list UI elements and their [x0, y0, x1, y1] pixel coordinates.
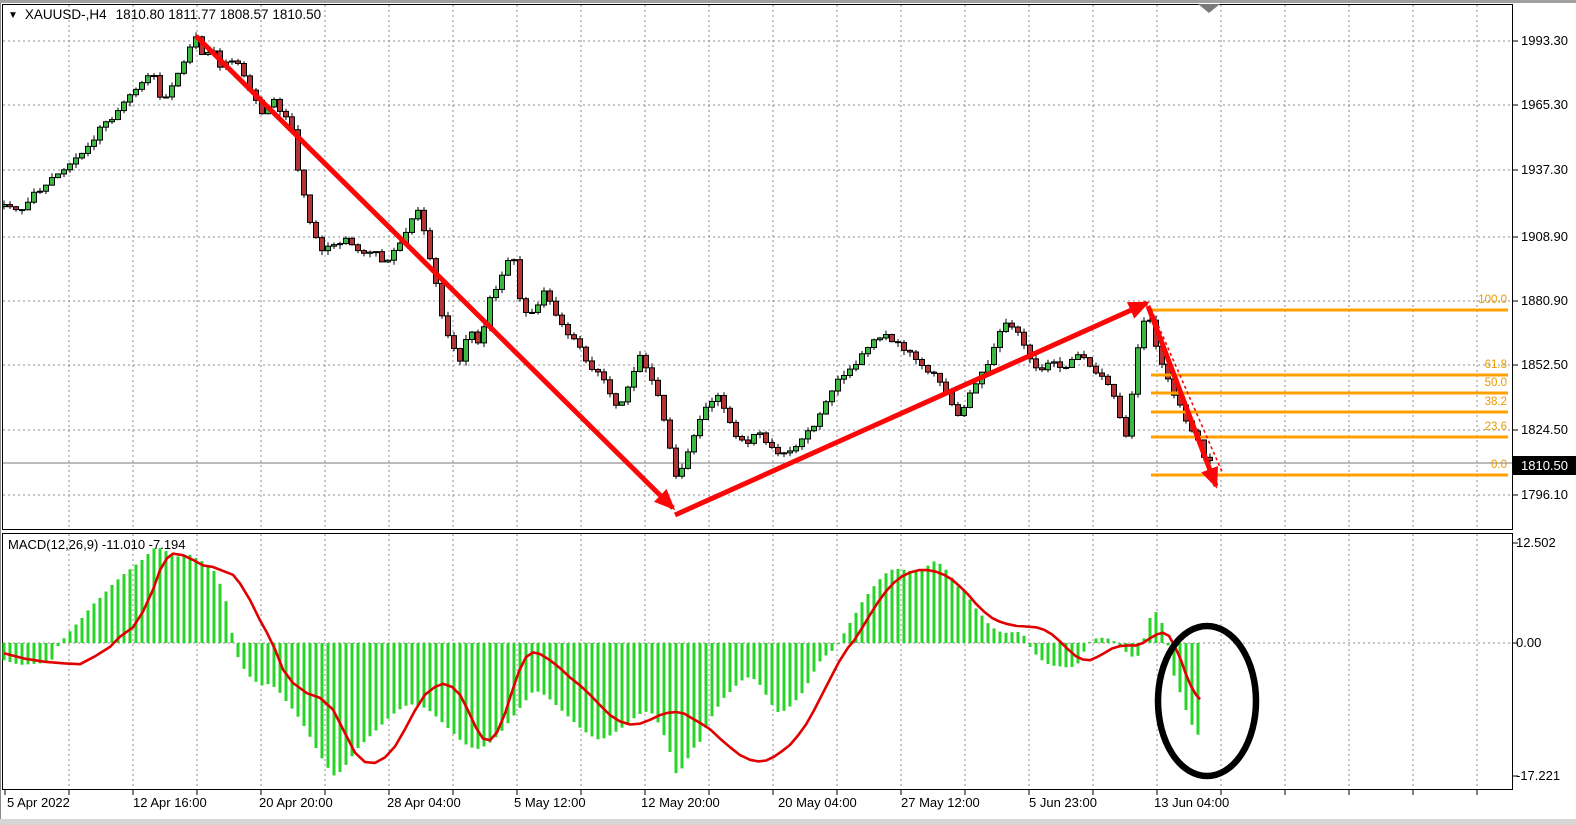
time-axis-label: 5 May 12:00 [514, 795, 586, 810]
price-axis-label: 1993.30 [1521, 33, 1568, 48]
current-price-tag: 1810.50 [1513, 456, 1576, 475]
price-axis-label: 1796.10 [1521, 487, 1568, 502]
symbol-period-label: XAUUSD-,H4 [25, 7, 107, 22]
window-bottom-edge [0, 819, 1576, 825]
ohlc-values: 1810.80 1811.77 1808.57 1810.50 [116, 7, 321, 22]
time-axis-label: 5 Apr 2022 [7, 795, 70, 810]
chart-canvas[interactable] [0, 0, 1576, 825]
price-axis-label: 1824.50 [1521, 422, 1568, 437]
price-axis-label: 1965.30 [1521, 97, 1568, 112]
time-axis[interactable]: 5 Apr 2022 12 Apr 16:00 20 Apr 20:00 28 Apr… [0, 791, 1576, 819]
fib-level-label: 38.2 [1437, 396, 1507, 408]
price-axis-label: 1852.50 [1521, 357, 1568, 372]
fib-level-label: 100.0 [1437, 294, 1507, 306]
time-axis-label: 5 Jun 23:00 [1029, 795, 1097, 810]
chart-title: ▼ XAUUSD-,H4 1810.80 1811.77 1808.57 1810.… [8, 7, 321, 22]
main-chart-panel [3, 5, 1513, 530]
time-axis-label: 27 May 12:00 [901, 795, 980, 810]
fib-level-label: 23.6 [1437, 421, 1507, 433]
fib-level-label: 50.0 [1437, 377, 1507, 389]
indicator-label: MACD(12,26,9) -11.010 -7.194 [8, 537, 186, 552]
macd-axis-label: 0.00 [1516, 635, 1541, 650]
window-top-edge [0, 0, 1576, 3]
time-axis-label: 12 May 20:00 [641, 795, 720, 810]
fib-level-label: 61.8 [1437, 359, 1507, 371]
price-axis-label: 1880.90 [1521, 293, 1568, 308]
time-axis-label: 20 May 04:00 [778, 795, 857, 810]
time-axis-label: 28 Apr 04:00 [387, 795, 461, 810]
macd-axis-label: -17.221 [1516, 768, 1560, 783]
time-axis-label: 20 Apr 20:00 [259, 795, 333, 810]
time-axis-label: 12 Apr 16:00 [133, 795, 207, 810]
macd-axis-label: 12.502 [1516, 535, 1556, 550]
price-axis-label: 1908.90 [1521, 229, 1568, 244]
time-axis-label: 13 Jun 04:00 [1154, 795, 1229, 810]
symbol-dropdown-icon[interactable]: ▼ [8, 10, 18, 21]
trading-terminal-window: ▼ XAUUSD-,H4 1810.80 1811.77 1808.57 1810.… [0, 0, 1576, 825]
price-axis[interactable] [1513, 0, 1576, 790]
price-axis-label: 1937.30 [1521, 162, 1568, 177]
fib-level-label: 0.0 [1437, 459, 1507, 471]
